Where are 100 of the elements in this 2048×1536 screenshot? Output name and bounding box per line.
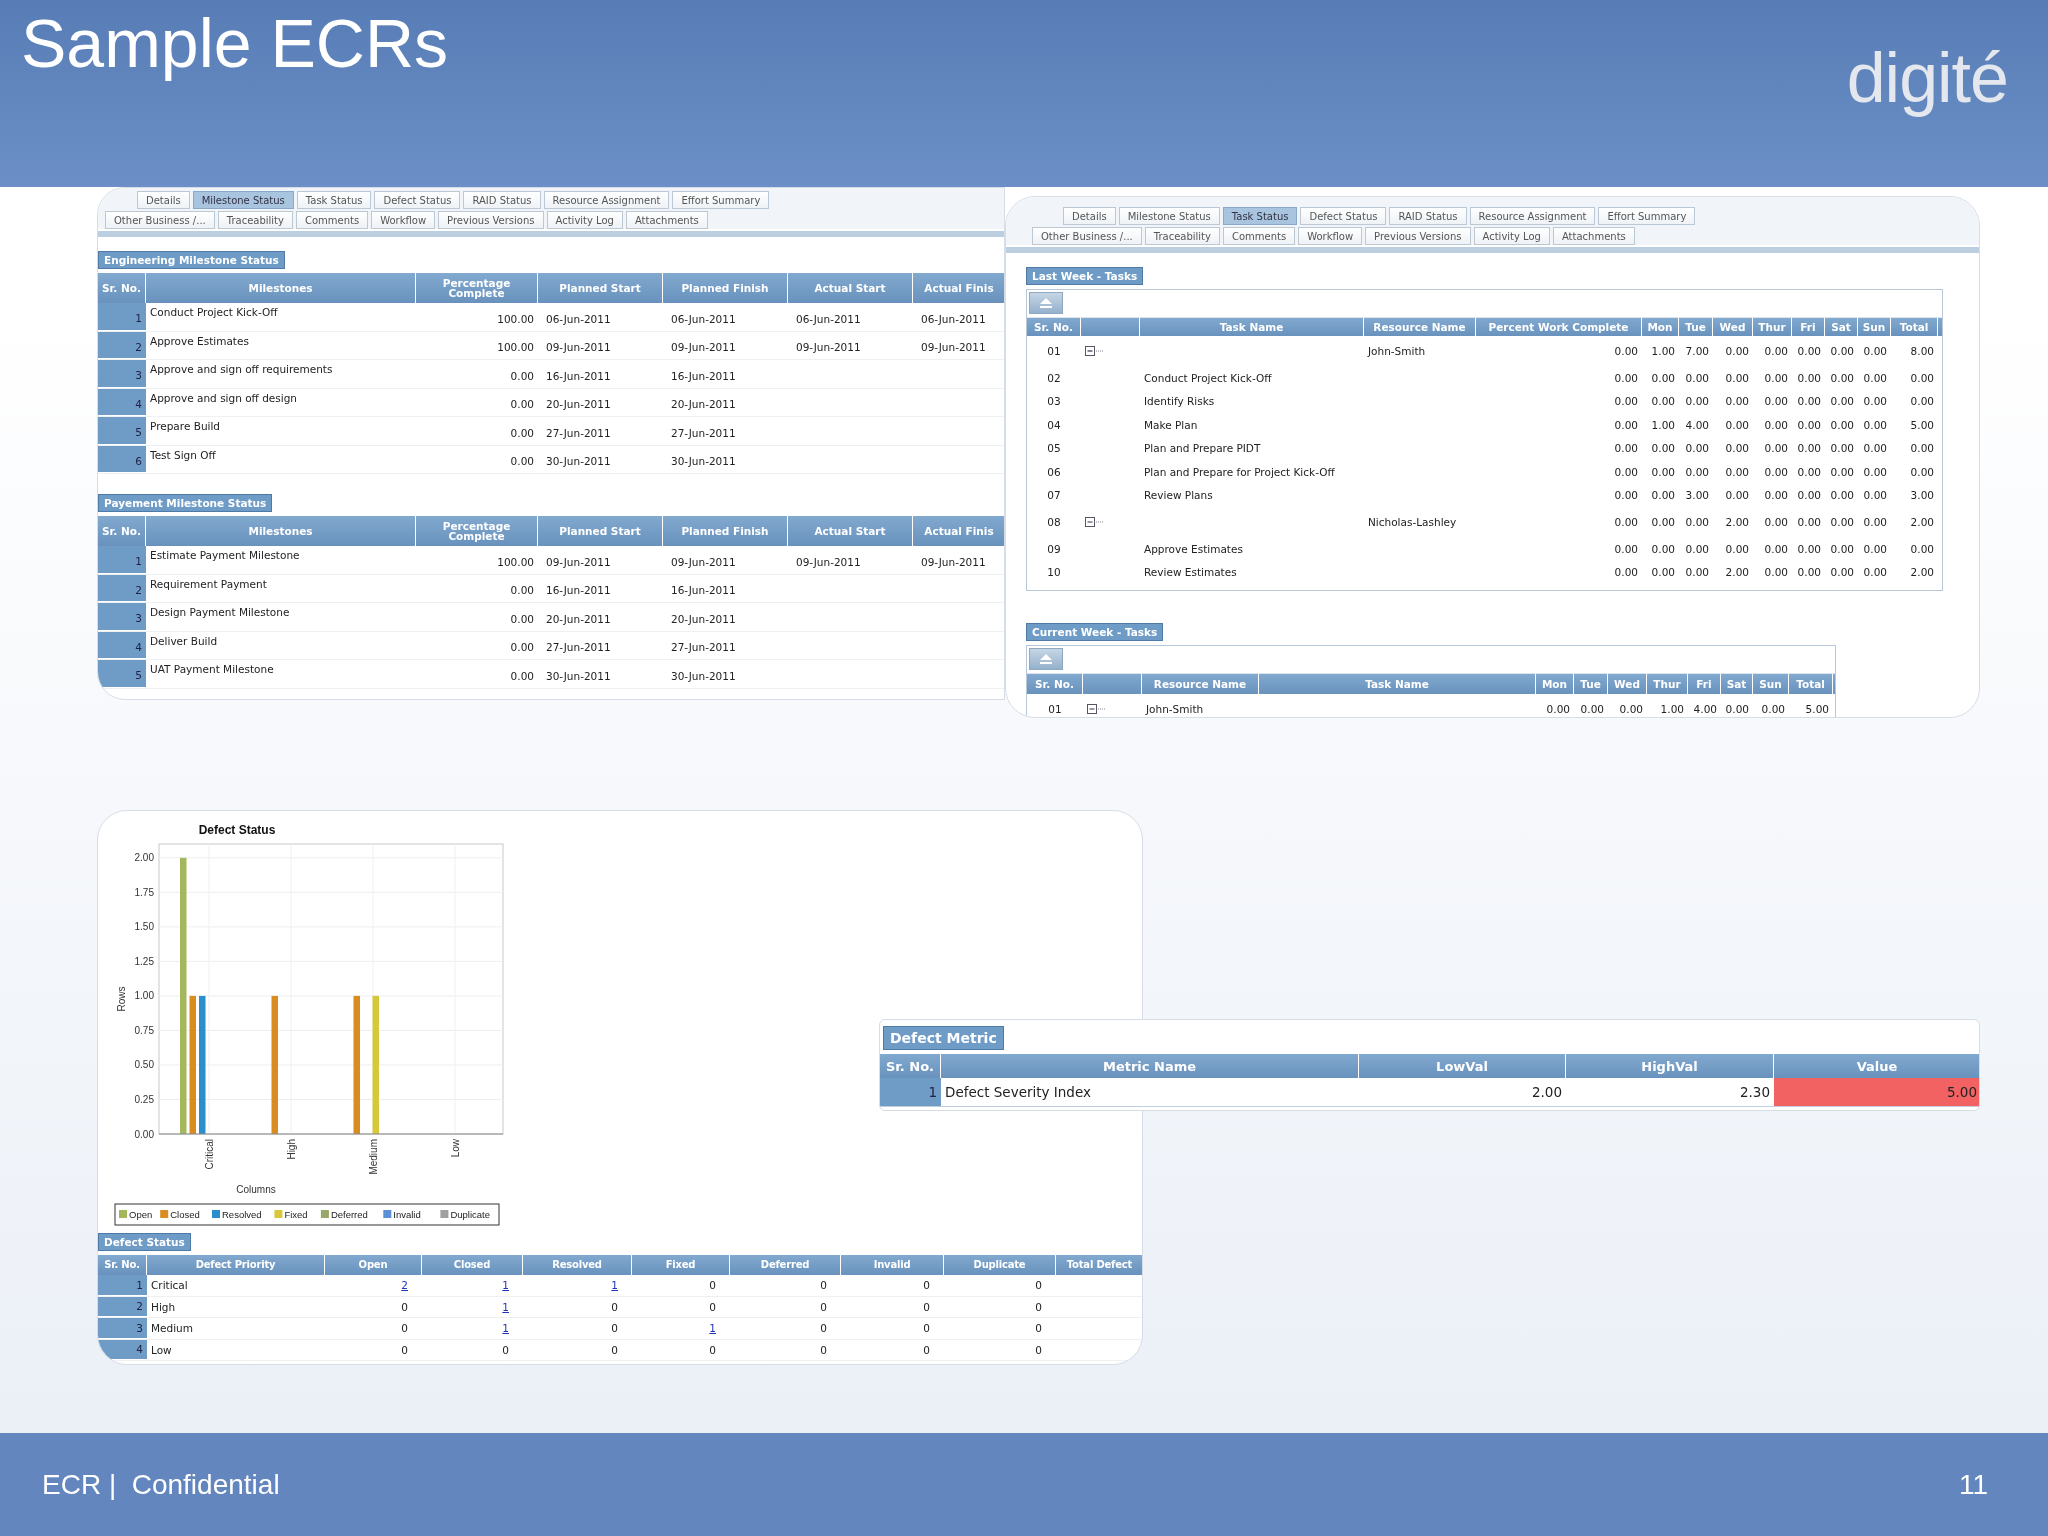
tab[interactable]: Other Business /... <box>105 211 215 229</box>
tab[interactable]: Activity Log <box>546 211 623 229</box>
table-cell-text: 03 <box>1046 394 1062 410</box>
legend-label: Closed <box>170 1209 200 1220</box>
collapse-icon[interactable] <box>1085 346 1103 356</box>
count-value: 0 <box>401 1300 408 1313</box>
table-cell: 4 <box>98 388 146 416</box>
table-cell: 3 <box>98 360 146 388</box>
tab[interactable]: Other Business /... <box>1032 227 1142 245</box>
tab[interactable]: RAID Status <box>463 191 541 209</box>
table-cell-text: 0.00 <box>1613 464 1639 480</box>
column-header: Resource Name <box>1142 674 1259 694</box>
table-cell-text: 0.00 <box>1763 464 1789 480</box>
table-cell-text: 09 <box>1046 541 1062 557</box>
tab[interactable]: Details <box>137 191 190 209</box>
tab[interactable]: Defect Status <box>374 191 461 209</box>
table-cell-text: 100.00 <box>496 554 535 570</box>
tab[interactable]: Resource Assignment <box>1469 207 1596 225</box>
column-header: Milestones <box>146 273 416 303</box>
column-header: Mon <box>1642 318 1679 336</box>
count-value: 0 <box>709 1279 716 1292</box>
table-cell-text: Approve Estimates <box>1143 541 1244 557</box>
column-header: Planned Finish <box>663 273 788 303</box>
table-cell-text: Requirement Payment <box>149 576 268 592</box>
tab[interactable]: Workflow <box>371 211 436 229</box>
table-cell-text: 0.00 <box>1684 441 1710 457</box>
tab[interactable]: Resource Assignment <box>543 191 670 209</box>
legend-swatch <box>320 1210 329 1218</box>
tab[interactable]: Milestone Status <box>1118 207 1220 225</box>
legend-swatch <box>274 1210 283 1218</box>
collapse-icon[interactable] <box>1085 517 1103 527</box>
table-cell-text: Approve and sign off design <box>149 390 298 406</box>
tab[interactable]: RAID Status <box>1389 207 1467 225</box>
table-cell-text: 30-Jun-2011 <box>670 454 737 470</box>
table-cell-text: High <box>150 1299 177 1315</box>
table-cell-text: 0.00 <box>1763 515 1789 530</box>
count-value: 0 <box>1035 1322 1042 1335</box>
column-header: HighVal <box>1566 1054 1774 1078</box>
count-value: 0 <box>611 1300 618 1313</box>
tab[interactable]: Traceability <box>217 211 293 229</box>
table-cell-text: 0.00 <box>1724 702 1750 717</box>
table-cell-text: 01 <box>1047 702 1063 717</box>
table-cell-text: Plan and Prepare PIDT <box>1143 441 1262 457</box>
table-cell-text: 0.00 <box>509 397 535 413</box>
tab[interactable]: Effort Summary <box>672 191 770 209</box>
tab[interactable]: Effort Summary <box>1598 207 1696 225</box>
table-cell-text: 30-Jun-2011 <box>545 668 612 684</box>
count-link[interactable]: 1 <box>502 1279 509 1292</box>
table-cell-text: 0.00 <box>1796 464 1822 480</box>
tab[interactable]: Comments <box>1222 227 1296 245</box>
tab[interactable]: Traceability <box>1144 227 1220 245</box>
table-cell-text: 0.00 <box>1796 344 1822 359</box>
tab[interactable]: Task Status <box>1222 207 1298 225</box>
axis-title: Rows <box>116 986 127 1012</box>
tab[interactable]: Previous Versions <box>1365 227 1471 245</box>
table-cell-text: 0.00 <box>509 368 535 384</box>
table-cell-text: 0.00 <box>1684 370 1710 386</box>
table-cell-text: 0.00 <box>1650 394 1676 410</box>
collapse-icon[interactable] <box>1087 704 1105 714</box>
table-cell-text: 0.00 <box>1796 394 1822 410</box>
table-cell: 5.00 <box>1774 1078 1979 1107</box>
axis-tick-label: 1.25 <box>134 955 154 967</box>
tab[interactable]: Workflow <box>1298 227 1363 245</box>
count-value: 0 <box>1035 1279 1042 1292</box>
table-cell-text: 0.00 <box>1829 370 1855 386</box>
tab[interactable]: Defect Status <box>1300 207 1387 225</box>
table-cell-text: 0.00 <box>1909 464 1935 480</box>
tab[interactable]: Details <box>1063 207 1116 225</box>
column-header: Sr. No. <box>1027 318 1081 336</box>
table-cell-text: 0.00 <box>1613 344 1639 359</box>
count-value: 0 <box>401 1343 408 1356</box>
count-link[interactable]: 1 <box>611 1279 618 1292</box>
table-cell-text: 3.00 <box>1909 488 1935 504</box>
table-cell-text: 0.00 <box>1724 417 1750 433</box>
count-link[interactable]: 2 <box>401 1279 408 1292</box>
table-cell-text: 04 <box>1046 417 1062 433</box>
table-cell-text: 0.00 <box>1862 565 1888 581</box>
tab[interactable]: Attachments <box>625 211 708 229</box>
section-title: Last Week - Tasks <box>1026 267 1144 285</box>
table-cell-text: 0.00 <box>509 583 535 599</box>
table-cell-text: Approve and sign off requirements <box>149 362 334 377</box>
tab[interactable]: Activity Log <box>1473 227 1550 245</box>
count-link[interactable]: 1 <box>709 1322 716 1335</box>
table-cell-text: 0.00 <box>1724 394 1750 410</box>
tab[interactable]: Attachments <box>1552 227 1635 245</box>
count-link[interactable]: 1 <box>502 1322 509 1335</box>
tab[interactable]: Previous Versions <box>438 211 544 229</box>
page-number: 11 <box>1958 1468 1988 1501</box>
table-cell-text: 0.00 <box>1724 464 1750 480</box>
count-value: 0 <box>401 1322 408 1335</box>
count-value: 0 <box>611 1322 618 1335</box>
table-cell-text: 09-Jun-2011 <box>795 554 862 570</box>
table-cell-text: 30-Jun-2011 <box>545 454 612 470</box>
count-link[interactable]: 1 <box>502 1300 509 1313</box>
tab[interactable]: Task Status <box>296 191 372 209</box>
legend-swatch <box>119 1210 127 1218</box>
tab[interactable]: Comments <box>295 211 369 229</box>
count-value: 0 <box>820 1279 827 1292</box>
tab[interactable]: Milestone Status <box>192 191 294 209</box>
table-cell-text: 2.00 <box>1909 515 1935 530</box>
